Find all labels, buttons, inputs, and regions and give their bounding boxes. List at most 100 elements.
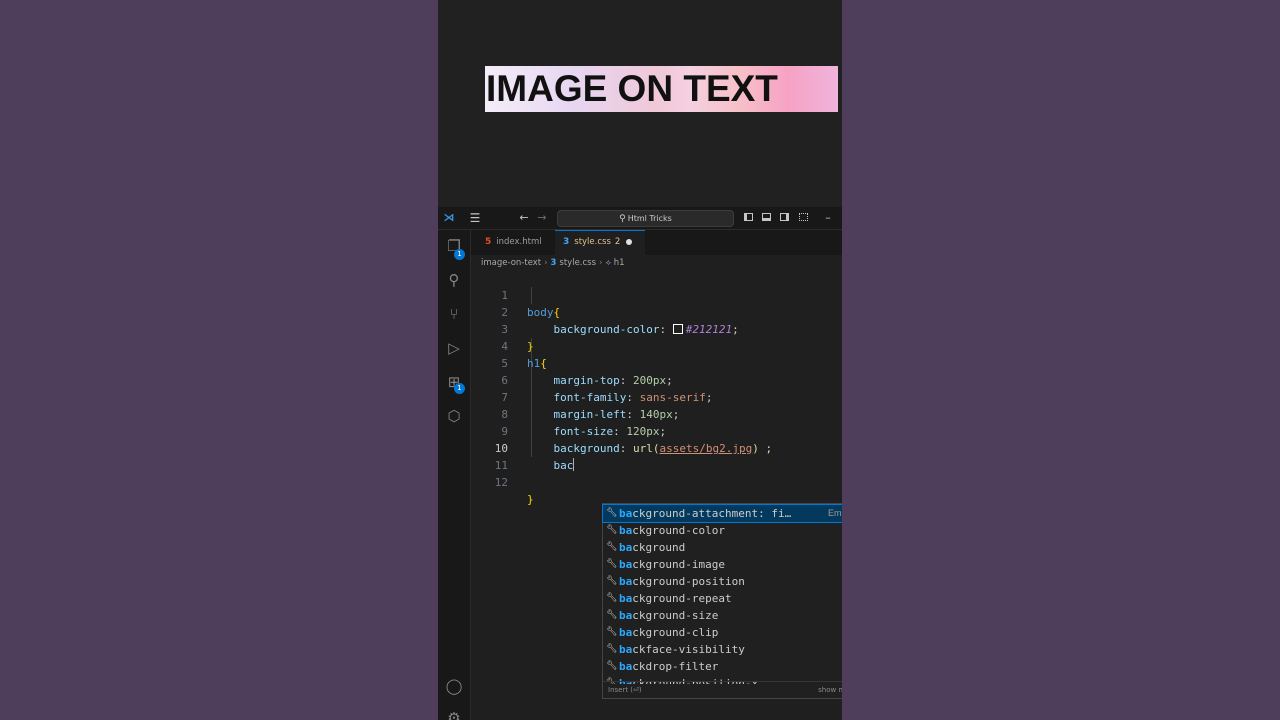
property: margin-left xyxy=(553,408,627,421)
suggestion-item[interactable]: 🔧︎ background-color xyxy=(603,522,842,539)
breadcrumb: image-on-text › 3 style.css › ⟡ h1 xyxy=(481,256,625,270)
text-cursor xyxy=(573,458,575,471)
line-number: 12 xyxy=(494,476,508,489)
code-line: 11 xyxy=(471,440,524,472)
code-editor[interactable]: 1 body{ 2 background-color: #212121; 3 }… xyxy=(471,270,842,720)
activity-bar: ❐ 1 ⚲ ⑂ ▷ ⊞ 1 ⬡ ◯ ⚙ xyxy=(438,230,471,720)
wrench-icon: 🔧︎ xyxy=(606,576,618,586)
left-backdrop xyxy=(0,0,438,720)
selector: body xyxy=(527,306,554,319)
color-swatch[interactable] xyxy=(672,324,683,334)
wrench-icon: 🔧︎ xyxy=(606,661,618,671)
property: margin-top xyxy=(553,374,620,387)
wrench-icon: 🔧︎ xyxy=(606,593,618,603)
code-line: 7 margin-left: 140px; xyxy=(471,372,679,421)
color-value: #212121 xyxy=(685,323,733,336)
suggestion-item[interactable]: 🔧︎ backface-visibility xyxy=(603,641,842,658)
tab-style-css[interactable]: 3 style.css 2 xyxy=(555,230,645,255)
extensions-badge: 1 xyxy=(454,383,465,394)
wrench-icon: 🔧︎ xyxy=(606,525,618,535)
wrench-icon: 🔧︎ xyxy=(606,644,618,654)
wrench-icon: 🔧︎ xyxy=(606,508,618,518)
vscode-logo-icon: ⋊ xyxy=(443,211,455,224)
tab-index-html[interactable]: 5 index.html xyxy=(477,230,555,255)
video-frame: IMAGE ON TEXT ⋊ ☰ ← → ⚲ Html Tricks – ❐ 1… xyxy=(438,0,842,720)
browser-preview: IMAGE ON TEXT xyxy=(438,0,842,207)
number: 140 xyxy=(639,408,660,421)
vscode-window: ⋊ ☰ ← → ⚲ Html Tricks – ❐ 1 ⚲ ⑂ ▷ ⊞ 1 ⬡ ◯… xyxy=(438,207,842,720)
minimize-icon[interactable]: – xyxy=(822,210,834,226)
tab-label: style.css xyxy=(574,237,611,247)
search-icon: ⚲ xyxy=(619,214,626,224)
insert-hint: Insert (⏎) xyxy=(608,686,642,694)
chevron-right-icon: › xyxy=(599,258,603,268)
breadcrumb-folder[interactable]: image-on-text xyxy=(481,258,541,268)
customize-layout-icon[interactable] xyxy=(799,213,808,221)
breadcrumb-file[interactable]: style.css xyxy=(559,258,596,268)
suggestion-item[interactable]: 🔧︎ background-attachment: fi… Emmet Ab xyxy=(602,504,842,523)
suggestion-item[interactable]: 🔧︎ background-size xyxy=(603,607,842,624)
suggestion-detail: Emmet Ab xyxy=(828,508,842,518)
settings-gear-icon[interactable]: ⚙ xyxy=(444,708,464,720)
property: background-color xyxy=(553,323,660,336)
arrow-left-icon[interactable]: ← xyxy=(518,210,530,226)
css-file-icon: 3 xyxy=(563,237,570,247)
arrow-right-icon[interactable]: → xyxy=(536,210,548,226)
toggle-primary-sidebar-icon[interactable] xyxy=(744,213,753,221)
unit: px xyxy=(652,374,667,387)
toggle-panel-icon[interactable] xyxy=(762,213,771,221)
run-debug-icon[interactable]: ▷ xyxy=(444,338,464,358)
breadcrumb-symbol[interactable]: h1 xyxy=(614,258,625,268)
number: 200 xyxy=(632,374,653,387)
accounts-icon[interactable]: ◯ xyxy=(444,676,464,696)
wrench-icon: 🔧︎ xyxy=(606,542,618,552)
suggest-widget: 🔧︎ background-attachment: fi… Emmet Ab 🔧… xyxy=(602,503,842,699)
suggest-footer: Insert (⏎) show more (Ctrl xyxy=(603,681,842,698)
number: 120 xyxy=(626,425,647,438)
chevron-right-icon: › xyxy=(544,258,548,268)
editor-tabs: 5 index.html 3 style.css 2 xyxy=(471,230,842,255)
search-icon[interactable]: ⚲ xyxy=(444,270,464,290)
value: sans-serif xyxy=(639,391,706,404)
tab-label: index.html xyxy=(496,237,542,247)
unit: px xyxy=(646,425,660,438)
code-line: 12 } xyxy=(471,457,534,506)
code-line: 8 font-size: 120px; xyxy=(471,389,666,438)
suggestion-item[interactable]: 🔧︎ background-repeat xyxy=(603,590,842,607)
right-backdrop xyxy=(842,0,1280,720)
menu-icon[interactable]: ☰ xyxy=(468,210,482,226)
selector: h1 xyxy=(527,357,541,370)
function-end: ) ; xyxy=(752,442,773,455)
preview-heading: IMAGE ON TEXT xyxy=(485,66,838,112)
url-string[interactable]: assets/bg2.jpg xyxy=(659,442,752,455)
code-line: 6 font-family: sans-serif; xyxy=(471,355,712,404)
search-text: Html Tricks xyxy=(627,214,672,223)
toggle-secondary-sidebar-icon[interactable] xyxy=(780,213,789,221)
suggestion-item[interactable]: 🔧︎ background xyxy=(603,539,842,556)
indent-guide xyxy=(531,287,532,304)
suggestion-item[interactable]: 🔧︎ background-clip xyxy=(603,624,842,641)
source-control-icon[interactable]: ⑂ xyxy=(444,304,464,324)
unit: px xyxy=(659,408,673,421)
command-center-search[interactable]: ⚲ Html Tricks xyxy=(557,210,734,227)
brace: { xyxy=(553,306,561,319)
unsaved-dot-icon[interactable] xyxy=(626,238,633,245)
suggestion-item[interactable]: 🔧︎ background-image xyxy=(603,556,842,573)
suggestion-item[interactable]: 🔧︎ backdrop-filter xyxy=(603,658,842,675)
wrench-icon: 🔧︎ xyxy=(606,559,618,569)
wrench-icon: 🔧︎ xyxy=(606,627,618,637)
brace: } xyxy=(527,340,534,353)
code-line: 3 } xyxy=(471,304,533,353)
code-line: 5 margin-top: 200px; xyxy=(471,338,672,387)
symbol-icon: ⟡ xyxy=(605,258,614,268)
explorer-badge: 1 xyxy=(454,249,465,260)
property: background xyxy=(553,442,620,455)
code-line-active: 10 bac xyxy=(471,423,575,472)
code-line: 2 background-color: #212121; xyxy=(471,287,738,336)
suggestion-item[interactable]: 🔧︎ background-position xyxy=(603,573,842,590)
remote-explorer-icon[interactable]: ⬡ xyxy=(444,406,464,426)
code-line: 9 background: url(assets/bg2.jpg) ; xyxy=(471,406,772,455)
problems-count: 2 xyxy=(614,237,621,247)
function: url( xyxy=(632,442,660,455)
show-more-link[interactable]: show more (Ctrl xyxy=(818,682,842,698)
